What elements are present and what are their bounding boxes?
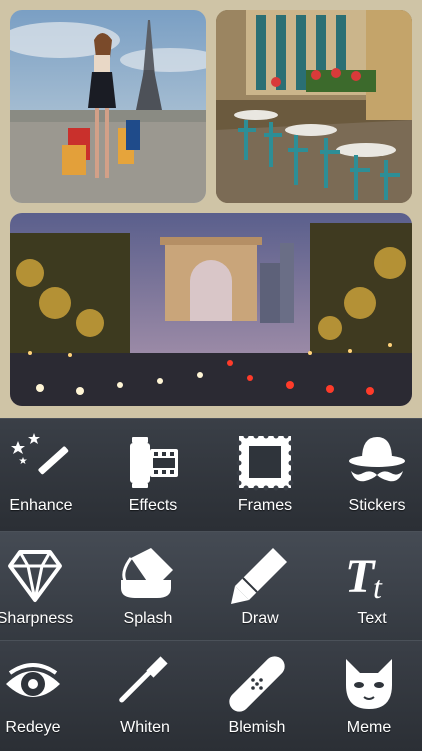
tool-row-2: Sharpness Splash Draw T t Text — [0, 531, 422, 642]
splash-button[interactable]: Splash — [93, 532, 203, 642]
effects-label: Effects — [128, 497, 178, 514]
whiten-button[interactable]: Whiten — [90, 641, 200, 751]
magic-wand-icon — [10, 431, 72, 493]
whiten-label: Whiten — [120, 719, 170, 736]
tool-row-1: Enhance Effects Frames Stickers — [0, 418, 422, 529]
film-roll-icon — [122, 431, 184, 493]
svg-text:T: T — [345, 550, 376, 603]
hat-mustache-icon — [346, 431, 408, 493]
redeye-button[interactable]: Redeye — [0, 641, 88, 751]
frames-label: Frames — [237, 497, 293, 514]
draw-label: Draw — [241, 610, 279, 627]
redeye-label: Redeye — [5, 719, 61, 736]
effects-button[interactable]: Effects — [98, 419, 208, 529]
photo-cafe-terrace[interactable] — [216, 10, 412, 203]
frames-button[interactable]: Frames — [210, 419, 320, 529]
meme-label: Meme — [346, 719, 392, 736]
toothbrush-icon — [114, 653, 176, 715]
text-label: Text — [357, 610, 387, 627]
text-button[interactable]: T t Text — [317, 532, 422, 642]
pencil-icon — [229, 544, 291, 606]
sharpness-button[interactable]: Sharpness — [0, 532, 90, 642]
stickers-button[interactable]: Stickers — [322, 419, 422, 529]
frame-icon — [234, 431, 296, 493]
blemish-label: Blemish — [228, 719, 286, 736]
meme-button[interactable]: Meme — [314, 641, 422, 751]
diamond-icon — [4, 544, 66, 606]
enhance-label: Enhance — [9, 497, 73, 514]
splash-label: Splash — [123, 610, 173, 627]
tool-row-3: Redeye Whiten Blemish Meme — [0, 640, 422, 751]
photo-champs-elysees[interactable] — [10, 213, 412, 406]
text-icon: T t — [341, 544, 403, 606]
draw-button[interactable]: Draw — [205, 532, 315, 642]
paint-bucket-icon — [117, 544, 179, 606]
sharpness-label: Sharpness — [0, 610, 74, 627]
tools-toolbar: Enhance Effects Frames Stickers Sharpnes… — [0, 418, 422, 751]
blemish-button[interactable]: Blemish — [202, 641, 312, 751]
svg-text:t: t — [373, 569, 383, 605]
eye-icon — [2, 653, 64, 715]
enhance-button[interactable]: Enhance — [0, 419, 96, 529]
photo-paris-shopper[interactable] — [10, 10, 206, 203]
cat-face-icon — [338, 653, 400, 715]
bandage-icon — [226, 653, 288, 715]
photo-collage — [0, 0, 422, 418]
stickers-label: Stickers — [348, 497, 406, 514]
